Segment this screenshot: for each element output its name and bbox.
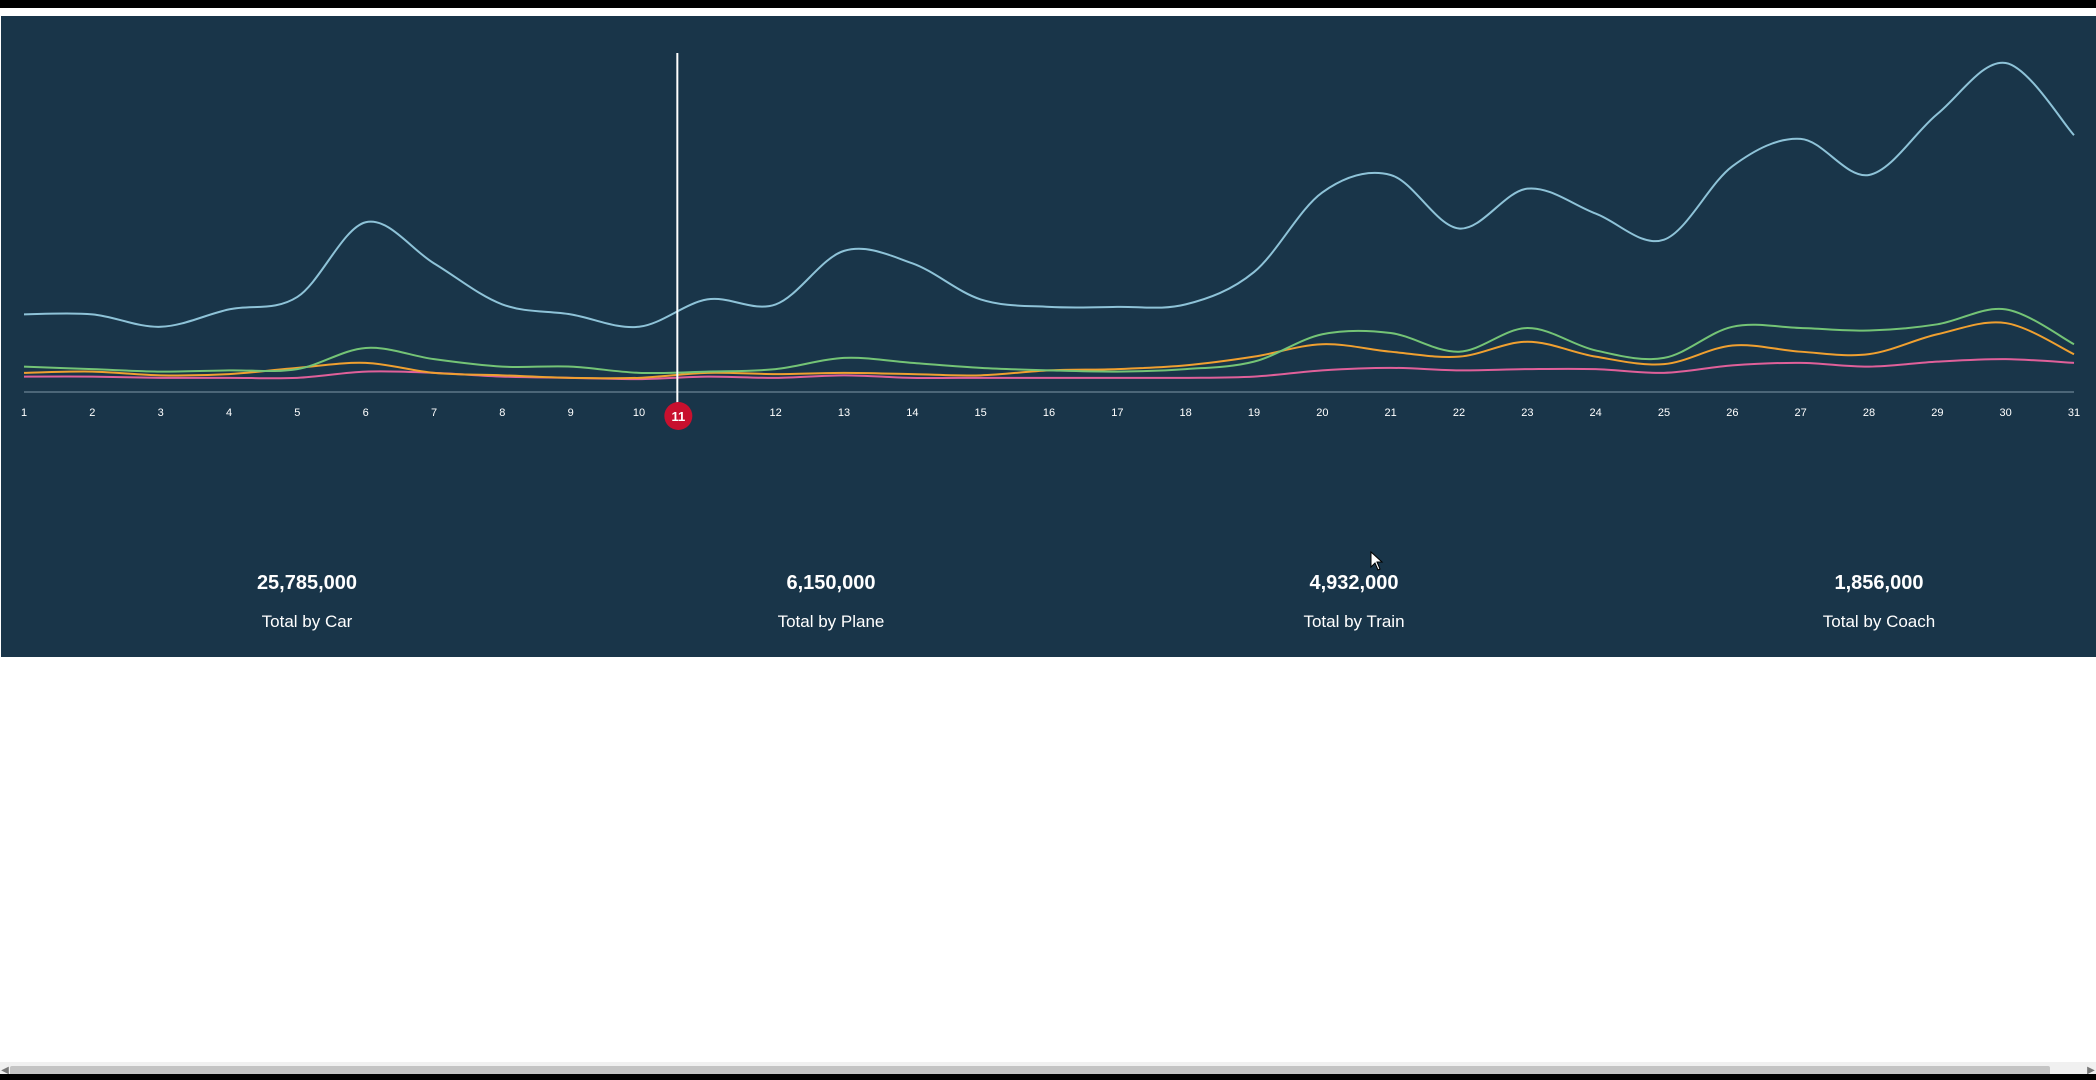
x-tick-label: 30 (2000, 407, 2012, 419)
x-tick-label: 19 (1248, 407, 1260, 419)
x-tick-label: 16 (1043, 407, 1055, 419)
playhead-day-label: 11 (671, 409, 685, 424)
x-tick-label: 29 (1931, 407, 1943, 419)
x-tick-label: 10 (633, 407, 645, 419)
x-tick-label: 9 (568, 407, 574, 419)
x-tick-label: 5 (294, 407, 300, 419)
page-viewport: 1 2 3 4 5 6 7 8 9 10 12 13 14 15 16 17 18 19 20 21 22 23 24 25 2… (0, 8, 2096, 1074)
x-tick-label: 17 (1111, 407, 1123, 419)
stat-car-label: Total by Car (261, 612, 353, 631)
scroll-right-icon[interactable]: ▶ (2086, 1065, 2096, 1074)
mouse-cursor-icon (1370, 551, 1384, 571)
travel-line-chart: 1 2 3 4 5 6 7 8 9 10 12 13 14 15 16 17 18 19 20 21 22 23 24 25 2… (21, 53, 2080, 430)
stat-car-value: 25,785,000 (256, 572, 358, 594)
travel-dashboard: 1 2 3 4 5 6 7 8 9 10 12 13 14 15 16 17 18 19 20 21 22 23 24 25 2… (1, 16, 2096, 657)
x-tick-label: 4 (226, 407, 232, 419)
x-tick-label: 14 (906, 407, 918, 419)
stat-coach-value: 1,856,000 (1834, 572, 1924, 594)
x-tick-label: 12 (770, 407, 782, 419)
stat-coach: 1,856,000 Total by Coach (1719, 571, 2039, 632)
x-tick-label: 22 (1453, 407, 1465, 419)
x-tick-label: 2 (89, 407, 95, 419)
x-tick-label: 8 (499, 407, 505, 419)
stat-train-value: 4,932,000 (1309, 572, 1399, 594)
x-tick-label: 31 (2068, 407, 2080, 419)
x-tick-label: 21 (1385, 407, 1397, 419)
stat-plane-value: 6,150,000 (786, 572, 876, 594)
x-tick-label: 23 (1521, 407, 1533, 419)
stat-coach-label: Total by Coach (1822, 612, 1936, 631)
x-tick-label: 25 (1658, 407, 1670, 419)
x-tick-label: 6 (363, 407, 369, 419)
x-tick-label: 20 (1316, 407, 1328, 419)
x-tick-label: 3 (158, 407, 164, 419)
x-tick-label: 28 (1863, 407, 1875, 419)
x-tick-label: 15 (975, 407, 987, 419)
series-layer (23, 61, 2075, 381)
series-line-3 (23, 358, 2075, 381)
horizontal-scrollbar[interactable]: ◀ ▶ (0, 1062, 2096, 1074)
playhead-handle[interactable]: 11 (664, 402, 693, 430)
x-tick-label: 1 (21, 407, 27, 419)
scroll-left-icon[interactable]: ◀ (0, 1065, 10, 1074)
stat-plane-label: Total by Plane (777, 612, 885, 631)
x-tick-label: 13 (838, 407, 850, 419)
totals-row: 25,785,000 Total by Car 6,150,000 Total … (1, 571, 2096, 661)
x-tick-label: 24 (1590, 407, 1602, 419)
x-tick-label: 26 (1726, 407, 1738, 419)
x-tick-label: 7 (431, 407, 437, 419)
x-axis-ticks: 1 2 3 4 5 6 7 8 9 10 12 13 14 15 16 17 18 19 20 21 22 23 24 25 2… (21, 407, 2080, 419)
x-tick-label: 27 (1795, 407, 1807, 419)
stat-car: 25,785,000 Total by Car (147, 571, 467, 632)
x-tick-label: 18 (1180, 407, 1192, 419)
stat-train-label: Total by Train (1303, 612, 1405, 631)
stat-plane: 6,150,000 Total by Plane (671, 571, 991, 632)
scrollbar-thumb[interactable] (10, 1066, 2050, 1074)
stat-train: 4,932,000 Total by Train (1194, 571, 1514, 632)
series-line-0 (23, 61, 2075, 329)
